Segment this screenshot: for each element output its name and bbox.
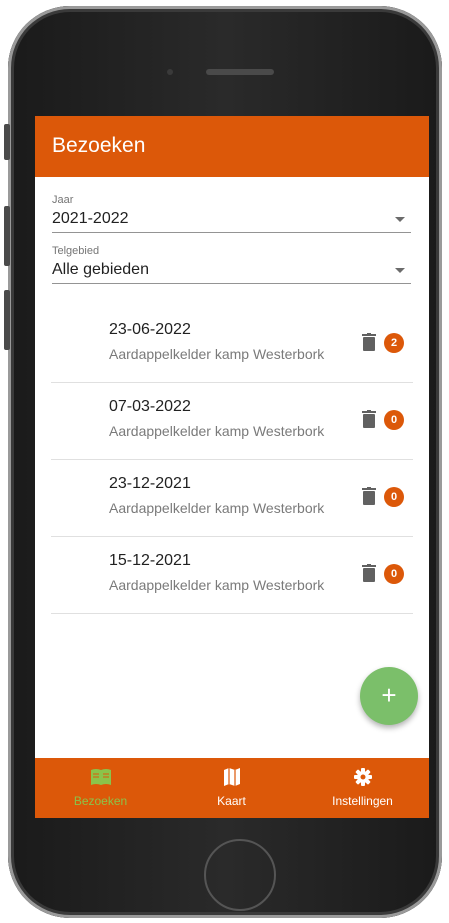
trash-icon[interactable] [362,487,376,505]
visit-location: Aardappelkelder kamp Westerbork [109,500,325,516]
volume-up-button [4,206,10,266]
visit-date: 15-12-2021 [109,552,191,569]
volume-down-button [4,290,10,350]
year-select[interactable]: Jaar 2021-2022 [52,194,411,233]
list-item[interactable]: 07-03-2022 Aardappelkelder kamp Westerbo… [51,383,413,460]
home-button[interactable] [204,839,276,911]
count-badge: 0 [384,410,404,430]
count-badge: 0 [384,564,404,584]
visit-date: 07-03-2022 [109,398,191,415]
bottom-nav: Bezoeken Kaart Instellingen [35,758,429,818]
visit-location: Aardappelkelder kamp Westerbork [109,423,325,439]
visit-date: 23-12-2021 [109,475,191,492]
trash-icon[interactable] [362,333,376,351]
year-value: 2021-2022 [52,210,129,227]
visit-date: 23-06-2022 [109,321,191,338]
nav-label: Bezoeken [73,794,128,808]
map-icon [223,768,240,786]
count-badge: 0 [384,487,404,507]
nav-item-instellingen[interactable]: Instellingen [297,758,428,818]
app-bar: Bezoeken [35,116,429,177]
visit-list: 23-06-2022 Aardappelkelder kamp Westerbo… [51,306,413,614]
nav-label: Kaart [217,794,246,808]
camera-dot [167,69,173,75]
count-badge: 2 [384,333,404,353]
list-item[interactable]: 23-06-2022 Aardappelkelder kamp Westerbo… [51,306,413,383]
area-select[interactable]: Telgebied Alle gebieden [52,245,411,284]
app-screen: Bezoeken Jaar 2021-2022 Telgebied Alle g… [35,116,429,818]
nav-item-kaart[interactable]: Kaart [166,758,297,818]
page-title: Bezoeken [52,134,146,157]
trash-icon[interactable] [362,410,376,428]
area-value: Alle gebieden [52,261,149,278]
speaker-grill [206,69,274,75]
add-visit-button[interactable]: + [360,667,418,725]
trash-icon[interactable] [362,564,376,582]
nav-item-bezoeken[interactable]: Bezoeken [35,758,166,818]
chevron-down-icon [395,217,405,222]
book-icon [90,769,111,785]
visit-location: Aardappelkelder kamp Westerbork [109,346,325,362]
nav-label: Instellingen [332,794,393,808]
list-item[interactable]: 23-12-2021 Aardappelkelder kamp Westerbo… [51,460,413,537]
gear-icon [353,768,372,786]
chevron-down-icon [395,268,405,273]
visit-location: Aardappelkelder kamp Westerbork [109,577,325,593]
mute-switch [4,124,10,160]
list-item[interactable]: 15-12-2021 Aardappelkelder kamp Westerbo… [51,537,413,614]
year-label: Jaar [52,194,74,206]
area-label: Telgebied [52,245,100,257]
